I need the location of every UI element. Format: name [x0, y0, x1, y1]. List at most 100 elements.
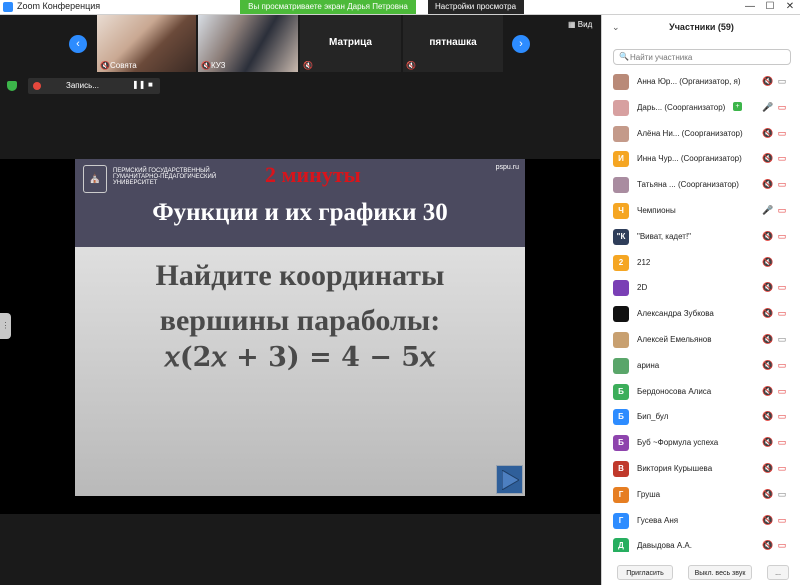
slide-equation: 𝑥(2𝑥 + 3) = 4 − 5𝑥: [164, 342, 436, 373]
muted-mic-icon[interactable]: 🔇: [762, 231, 773, 242]
mic-icon[interactable]: 🎤: [762, 205, 773, 216]
participant-avatar: Д: [613, 538, 629, 552]
participant-row[interactable]: 2 212 🔇: [602, 251, 800, 277]
muted-mic-icon[interactable]: 🔇: [762, 179, 773, 190]
video-off-icon[interactable]: ▭: [776, 282, 788, 293]
recording-cloud-icon: [33, 82, 41, 90]
window-controls: — ☐ ✕: [744, 1, 796, 13]
panel-resize-handle[interactable]: ⋮: [0, 313, 11, 339]
participant-row[interactable]: Алексей Емельянов 🔇 ▭: [602, 328, 800, 354]
muted-mic-icon[interactable]: 🔇: [762, 386, 773, 397]
video-icon[interactable]: ▭: [776, 334, 788, 345]
participant-name: Виктория Курышева: [637, 463, 713, 473]
video-off-icon[interactable]: ▭: [776, 205, 788, 216]
muted-mic-icon[interactable]: 🔇: [762, 308, 773, 319]
muted-mic-icon[interactable]: 🔇: [762, 463, 773, 474]
video-off-icon[interactable]: ▭: [776, 437, 788, 448]
muted-mic-icon[interactable]: 🔇: [762, 282, 773, 293]
video-off-icon[interactable]: ▭: [776, 231, 788, 242]
close-button[interactable]: ✕: [784, 1, 796, 13]
view-button[interactable]: ▦ Вид: [568, 20, 592, 29]
mic-icon[interactable]: 🎤: [762, 102, 773, 113]
participant-row[interactable]: Г Гусева Аня 🔇 ▭: [602, 509, 800, 535]
participant-row[interactable]: Д Давыдова А.А. 🔇 ▭: [602, 534, 800, 552]
video-off-icon[interactable]: ▭: [776, 386, 788, 397]
participant-name: "Виват, кадет!": [637, 231, 692, 241]
participant-search[interactable]: 🔍: [613, 49, 791, 65]
previous-page-arrow-icon[interactable]: ‹: [69, 35, 87, 53]
search-input[interactable]: [630, 51, 785, 63]
stop-recording-icon[interactable]: ■: [148, 80, 153, 89]
muted-mic-icon[interactable]: 🔇: [762, 437, 773, 448]
video-thumbnail[interactable]: 🔇 КУЗ: [198, 15, 298, 72]
muted-mic-icon[interactable]: 🔇: [762, 76, 773, 87]
video-off-icon[interactable]: ▭: [776, 360, 788, 371]
video-off-icon[interactable]: ▭: [776, 411, 788, 422]
participant-row[interactable]: Г Груша 🔇 ▭: [602, 483, 800, 509]
minimize-button[interactable]: —: [744, 1, 756, 13]
participant-avatar: Г: [613, 486, 629, 503]
maximize-button[interactable]: ☐: [764, 1, 776, 13]
participant-name: 212: [637, 257, 651, 267]
view-options-button[interactable]: Настройки просмотра ⌄: [428, 0, 524, 25]
participant-avatar: Г: [613, 512, 629, 529]
security-shield-icon[interactable]: [7, 81, 17, 91]
muted-mic-icon[interactable]: 🔇: [762, 334, 773, 345]
participant-name: Буб ~Формула успеха: [637, 438, 719, 448]
muted-mic-icon[interactable]: 🔇: [762, 489, 773, 500]
slide-next-button[interactable]: [496, 465, 523, 494]
video-off-icon[interactable]: ▭: [776, 540, 788, 551]
participant-row[interactable]: Александра Зубкова 🔇 ▭: [602, 302, 800, 328]
participant-row[interactable]: Алёна Ни... (Соорганизатор) 🔇 ▭: [602, 122, 800, 148]
invite-button[interactable]: Пригласить: [617, 565, 673, 580]
video-off-icon[interactable]: ▭: [776, 515, 788, 526]
muted-mic-icon[interactable]: 🔇: [762, 257, 773, 268]
participant-row[interactable]: "К "Виват, кадет!" 🔇 ▭: [602, 225, 800, 251]
video-icon[interactable]: ▭: [776, 489, 788, 500]
video-off-icon[interactable]: ▭: [776, 102, 788, 113]
participant-row[interactable]: Татьяна ... (Соорганизатор) 🔇 ▭: [602, 173, 800, 199]
mute-all-button[interactable]: Выкл. весь звук: [688, 565, 752, 580]
recording-indicator: Запись... ❚❚ ■: [28, 78, 160, 94]
zoom-app-icon: [3, 2, 13, 12]
muted-mic-icon: 🔇: [406, 61, 416, 70]
participant-row[interactable]: Б Бердоносова Алиса 🔇 ▭: [602, 380, 800, 406]
video-off-icon[interactable]: ▭: [776, 463, 788, 474]
participant-row[interactable]: Б Бип_бул 🔇 ▭: [602, 405, 800, 431]
muted-mic-icon[interactable]: 🔇: [762, 411, 773, 422]
muted-mic-icon[interactable]: 🔇: [762, 515, 773, 526]
participant-name: Давыдова А.А.: [637, 541, 692, 551]
participants-footer: Пригласить Выкл. весь звук ...: [602, 563, 800, 585]
participant-row[interactable]: арина 🔇 ▭: [602, 354, 800, 380]
participant-row[interactable]: Ч Чемпионы 🎤 ▭: [602, 199, 800, 225]
participants-title: Участники (59): [669, 22, 734, 32]
more-options-button[interactable]: ...: [767, 565, 789, 580]
participant-row[interactable]: Анна Юр... (Организатор, я) 🔇 ▭: [602, 70, 800, 96]
participant-row[interactable]: И Инна Чур... (Соорганизатор) 🔇 ▭: [602, 147, 800, 173]
participant-row[interactable]: Б Буб ~Формула успеха 🔇 ▭: [602, 431, 800, 457]
video-thumbnail[interactable]: пятнашка 🔇: [403, 15, 503, 72]
video-off-icon[interactable]: ▭: [776, 153, 788, 164]
participant-name: Татьяна ... (Соорганизатор): [637, 180, 739, 190]
muted-mic-icon[interactable]: 🔇: [762, 128, 773, 139]
video-off-icon[interactable]: ▭: [776, 179, 788, 190]
muted-mic-icon[interactable]: 🔇: [762, 360, 773, 371]
participant-row[interactable]: В Виктория Курышева 🔇 ▭: [602, 457, 800, 483]
muted-mic-icon: 🔇: [303, 61, 313, 70]
video-thumbnail[interactable]: Матрица 🔇: [300, 15, 401, 72]
participant-name: Дарь... (Соорганизатор): [637, 102, 726, 112]
participant-name: Чемпионы: [637, 205, 676, 215]
participant-row[interactable]: Дарь... (Соорганизатор) + 🎤 ▭: [602, 96, 800, 122]
video-off-icon[interactable]: ▭: [776, 308, 788, 319]
video-thumbnail[interactable]: 🔇 Совята: [97, 15, 196, 72]
video-off-icon[interactable]: ▭: [776, 128, 788, 139]
participant-row[interactable]: 2D 🔇 ▭: [602, 276, 800, 302]
video-icon[interactable]: ▭: [776, 76, 788, 87]
pause-recording-icon[interactable]: ❚❚: [132, 80, 145, 89]
muted-mic-icon[interactable]: 🔇: [762, 540, 773, 551]
muted-mic-icon[interactable]: 🔇: [762, 153, 773, 164]
slide-site: pspu.ru: [495, 164, 519, 171]
participant-avatar: [613, 74, 629, 90]
participant-name: 2D: [637, 283, 648, 293]
next-page-arrow-icon[interactable]: ›: [512, 35, 530, 53]
